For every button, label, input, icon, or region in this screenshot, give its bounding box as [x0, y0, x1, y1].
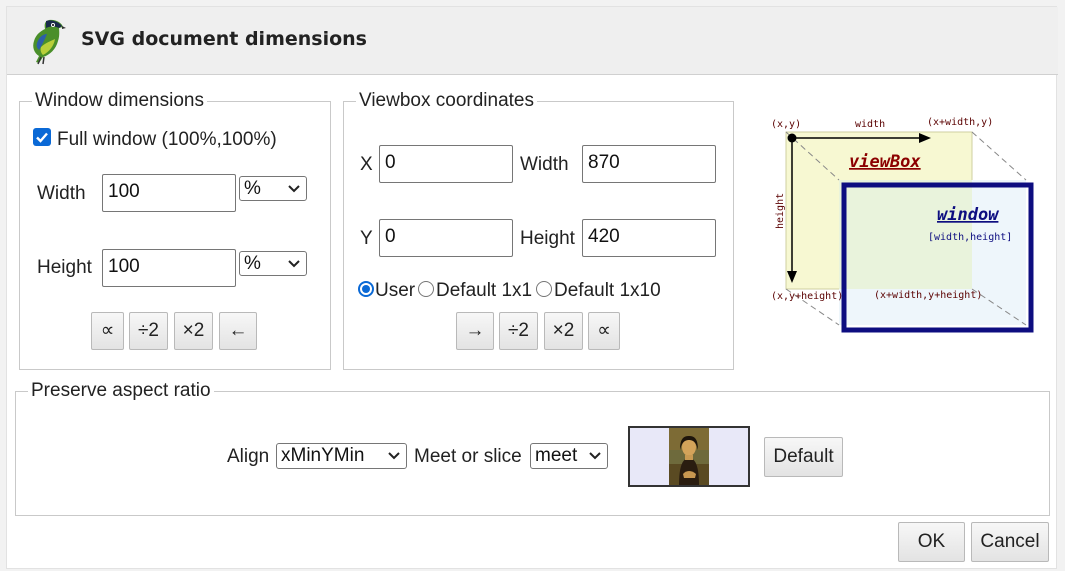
viewbox-x-input[interactable]: 0 [379, 145, 513, 183]
viewbox-height-label: Height [520, 228, 575, 249]
radio-default-1x1[interactable] [418, 281, 434, 297]
bird-logo-icon [33, 19, 66, 65]
corner-br-label: (x+width,y+height) [874, 290, 982, 301]
window-height-input[interactable]: 100 [102, 249, 236, 287]
viewbox-text: viewBox [849, 152, 921, 172]
window-dims-text: [width,height] [928, 232, 1012, 243]
window-multiply-button[interactable]: ×2 [174, 312, 213, 350]
corner-tr-label: (x+width,y) [927, 117, 993, 128]
ok-button[interactable]: OK [898, 522, 965, 562]
viewbox-width-input[interactable]: 870 [582, 145, 716, 183]
viewbox-y-input[interactable]: 0 [379, 219, 513, 257]
dialog-title: SVG document dimensions [81, 28, 367, 50]
window-divide-button[interactable]: ÷2 [129, 312, 168, 350]
window-width-unit-select[interactable]: % [239, 176, 307, 201]
dash-line [971, 131, 1027, 181]
meet-or-slice-label: Meet or slice [414, 446, 522, 467]
align-select[interactable]: xMinYMin [276, 443, 407, 469]
align-select-value: xMinYMin [281, 445, 365, 466]
radio-user[interactable] [358, 281, 374, 297]
side-height-label: height [775, 193, 786, 229]
align-label: Align [227, 446, 270, 467]
window-proportional-button[interactable]: ∝ [91, 312, 124, 350]
corner-tl-label: (x,y) [771, 119, 801, 130]
chevron-down-icon [589, 452, 601, 460]
window-height-label: Height [37, 257, 92, 278]
cancel-button[interactable]: Cancel [971, 522, 1049, 562]
viewbox-y-label: Y [360, 228, 373, 249]
chevron-down-icon [288, 259, 300, 267]
window-width-unit-value: % [244, 178, 261, 199]
radio-user-label: User [375, 280, 416, 301]
viewbox-width-label: Width [520, 154, 569, 175]
preserve-aspect-legend: Preserve aspect ratio [31, 380, 211, 401]
corner-bl-label: (x,y+height) [771, 291, 843, 302]
radio-default-1x10-label: Default 1x10 [554, 280, 661, 301]
window-copy-left-button[interactable]: ← [219, 312, 257, 350]
chevron-down-icon [288, 184, 300, 192]
viewbox-copy-right-button[interactable]: → [456, 312, 494, 350]
meet-or-slice-value: meet [535, 445, 578, 466]
radio-default-1x1-label: Default 1x1 [436, 280, 533, 301]
full-window-label: Full window (100%,100%) [57, 129, 277, 150]
full-window-checkbox[interactable] [33, 128, 51, 146]
origin-dot [787, 133, 797, 143]
chevron-down-icon [388, 452, 400, 460]
meet-or-slice-select[interactable]: meet [530, 443, 608, 469]
dialog-titlebar: SVG document dimensions [7, 7, 1058, 75]
window-dimensions-legend: Window dimensions [35, 90, 204, 111]
viewbox-coordinates-legend: Viewbox coordinates [359, 90, 534, 111]
window-height-unit-select[interactable]: % [239, 251, 307, 276]
top-width-label: width [855, 119, 885, 130]
radio-default-1x10[interactable] [536, 281, 552, 297]
window-height-unit-value: % [244, 253, 261, 274]
viewbox-diagram: (x,y) width (x+width,y) height viewBox w… [771, 117, 1034, 333]
viewbox-proportional-button[interactable]: ∝ [588, 312, 620, 350]
viewbox-multiply-button[interactable]: ×2 [544, 312, 583, 350]
viewbox-height-input[interactable]: 420 [582, 219, 716, 257]
window-text: window [937, 205, 999, 225]
window-width-input[interactable]: 100 [102, 174, 236, 212]
svg-dimensions-dialog: SVG document dimensions Window dimension… [6, 6, 1058, 569]
viewbox-x-label: X [360, 154, 373, 175]
aspect-default-button[interactable]: Default [764, 437, 843, 477]
portrait-thumbnail [669, 428, 709, 485]
checkmark-icon [36, 132, 48, 143]
window-width-label: Width [37, 183, 86, 204]
viewbox-divide-button[interactable]: ÷2 [499, 312, 538, 350]
aspect-preview-box [628, 426, 750, 487]
